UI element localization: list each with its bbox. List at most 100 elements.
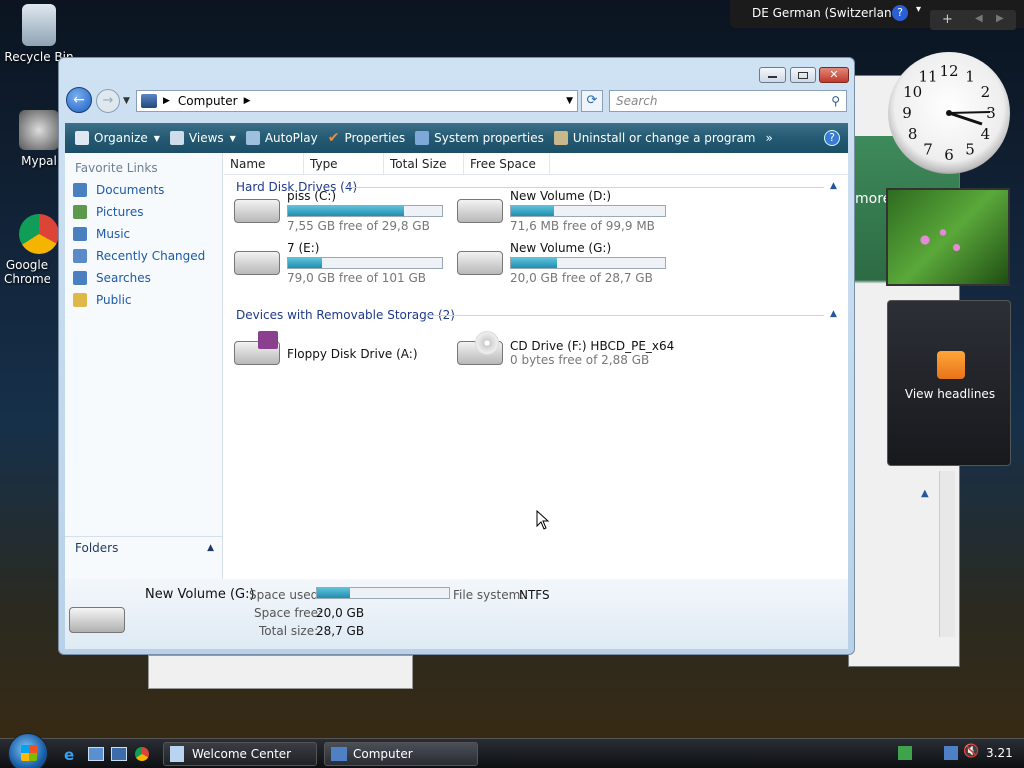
forward-button[interactable]: → xyxy=(96,89,120,113)
chrome-quicklaunch-icon[interactable] xyxy=(135,747,149,761)
minimize-button[interactable] xyxy=(759,67,786,83)
collapse-icon[interactable]: ▲ xyxy=(921,488,929,499)
clock-gadget[interactable]: 12 1 2 3 4 5 6 7 8 9 10 11 xyxy=(888,52,1010,174)
organize-icon xyxy=(75,131,89,145)
refresh-button[interactable]: ⟳ xyxy=(581,90,603,112)
background-dialog xyxy=(148,655,413,689)
clock-numeral: 7 xyxy=(923,140,933,158)
column-header-free-space[interactable]: Free Space xyxy=(464,152,550,175)
hard-disk-icon xyxy=(234,199,280,223)
drive-item-cd[interactable]: CD Drive (F:) HBCD_PE_x64 0 bytes free o… xyxy=(457,331,677,377)
address-bar[interactable]: ▶ Computer ▶ ▼ xyxy=(136,90,578,112)
clock-numeral: 2 xyxy=(981,83,991,101)
next-gadgets-icon[interactable]: ▶ xyxy=(996,13,1004,24)
drive-name: Floppy Disk Drive (A:) xyxy=(287,347,418,361)
computer-icon xyxy=(331,747,347,761)
column-header-name[interactable]: Name xyxy=(224,152,304,175)
search-icon[interactable]: ⚲ xyxy=(831,94,840,108)
back-button[interactable]: ← xyxy=(66,87,92,113)
collapse-group-icon[interactable]: ▲ xyxy=(830,181,837,191)
maximize-button[interactable] xyxy=(790,67,816,83)
hard-disk-icon xyxy=(234,251,280,275)
collapse-group-icon[interactable]: ▲ xyxy=(830,309,837,319)
internet-explorer-icon[interactable]: e xyxy=(64,746,74,764)
system-properties-button[interactable]: System properties xyxy=(415,131,544,145)
sidebar-item-pictures[interactable]: Pictures xyxy=(65,201,222,223)
folders-bar[interactable]: Folders ▲ xyxy=(65,536,222,558)
network-tray-icon[interactable] xyxy=(944,746,958,760)
previous-gadgets-icon[interactable]: ◀ xyxy=(975,13,983,24)
views-button[interactable]: Views ▼ xyxy=(169,131,236,145)
start-button[interactable] xyxy=(8,733,48,768)
close-button[interactable]: ✕ xyxy=(819,67,849,83)
security-tray-icon[interactable] xyxy=(898,746,912,760)
drive-item-floppy[interactable]: Floppy Disk Drive (A:) xyxy=(234,331,454,377)
drive-item[interactable]: piss (C:) 7,55 GB free of 29,8 GB xyxy=(234,189,454,235)
clock-numeral: 11 xyxy=(918,68,937,86)
taskbar-button-welcome-center[interactable]: Welcome Center xyxy=(163,742,317,766)
drive-usage-fill xyxy=(511,258,558,268)
autoplay-button[interactable]: AutoPlay xyxy=(245,131,318,145)
sidebar-item-documents[interactable]: Documents xyxy=(65,179,222,201)
language-label[interactable]: DE German (Switzerland) xyxy=(752,6,904,20)
slideshow-gadget[interactable] xyxy=(886,188,1010,286)
drive-item[interactable]: 7 (E:) 79,0 GB free of 101 GB xyxy=(234,241,454,287)
drive-item[interactable]: New Volume (G:) 20,0 GB free of 28,7 GB xyxy=(457,241,677,287)
autoplay-icon xyxy=(245,131,260,145)
search-input[interactable]: Search xyxy=(616,94,658,108)
autoplay-label: AutoPlay xyxy=(264,131,318,145)
drive-free-space: 7,55 GB free of 29,8 GB xyxy=(287,219,430,233)
more-commands-button[interactable]: » xyxy=(765,131,772,145)
recent-pages-dropdown-icon[interactable]: ▼ xyxy=(123,96,130,106)
sidebar-item-recently-changed[interactable]: Recently Changed xyxy=(65,245,222,267)
sidebar-item-searches[interactable]: Searches xyxy=(65,267,222,289)
hard-disk-icon xyxy=(457,251,503,275)
view-headlines-label[interactable]: View headlines xyxy=(888,387,1012,401)
total-size-label: Total size: xyxy=(259,624,319,638)
uninstall-program-button[interactable]: Uninstall or change a program xyxy=(553,131,755,145)
switch-windows-icon[interactable] xyxy=(111,747,127,761)
taskbar-button-label: Welcome Center xyxy=(192,747,292,761)
views-label: Views xyxy=(188,131,224,145)
show-desktop-icon[interactable] xyxy=(88,747,104,761)
drive-free-space: 20,0 GB free of 28,7 GB xyxy=(510,271,653,285)
clock-time[interactable]: 3.21 xyxy=(986,746,1013,760)
drive-item[interactable]: New Volume (D:) 71,6 MB free of 99,9 MB xyxy=(457,189,677,235)
clock-minute-hand xyxy=(948,111,991,114)
group-header-removable[interactable]: Devices with Removable Storage (2) xyxy=(236,308,455,322)
column-header-type[interactable]: Type xyxy=(304,152,384,175)
volume-muted-icon[interactable]: 🔇 xyxy=(963,744,979,759)
drive-name: piss (C:) xyxy=(287,189,337,203)
help-button[interactable]: ? xyxy=(824,130,840,146)
computer-icon xyxy=(141,94,157,108)
search-box[interactable]: Search ⚲ xyxy=(609,90,847,112)
breadcrumb-computer[interactable]: Computer xyxy=(178,94,238,108)
space-used-bar xyxy=(316,587,450,599)
forward-arrow-icon: → xyxy=(102,93,114,108)
taskbar-button-computer[interactable]: Computer xyxy=(324,742,478,766)
background-window-scrollbar[interactable] xyxy=(939,471,955,637)
properties-button[interactable]: ✔ Properties xyxy=(328,130,405,146)
clock-hour-hand xyxy=(948,111,983,126)
sidebar-item-music[interactable]: Music xyxy=(65,223,222,245)
drive-free-space: 79,0 GB free of 101 GB xyxy=(287,271,426,285)
language-bar-options-icon[interactable]: ▾ xyxy=(916,4,921,15)
address-dropdown-icon[interactable]: ▼ xyxy=(566,96,573,106)
pictures-icon xyxy=(73,205,87,219)
organize-label: Organize xyxy=(94,131,148,145)
add-gadget-icon[interactable]: + xyxy=(942,12,953,27)
details-pane: New Volume (G:) Space used: File system:… xyxy=(65,579,848,649)
organize-button[interactable]: Organize ▼ xyxy=(75,131,160,145)
breadcrumb-separator-icon[interactable]: ▶ xyxy=(244,96,251,106)
sidebar-item-label: Recently Changed xyxy=(96,249,206,263)
drive-free-space: 71,6 MB free of 99,9 MB xyxy=(510,219,655,233)
floppy-disk-icon xyxy=(258,331,278,349)
desktop-icon-recycle-bin[interactable]: Recycle Bin xyxy=(4,4,74,64)
sidebar-item-public[interactable]: Public xyxy=(65,289,222,311)
drive-usage-bar xyxy=(287,257,443,269)
feed-headlines-gadget[interactable]: View headlines xyxy=(887,300,1011,466)
column-header-total-size[interactable]: Total Size xyxy=(384,152,464,175)
drive-usage-bar xyxy=(510,257,666,269)
help-icon[interactable]: ? xyxy=(892,5,908,21)
system-properties-icon xyxy=(415,131,430,145)
